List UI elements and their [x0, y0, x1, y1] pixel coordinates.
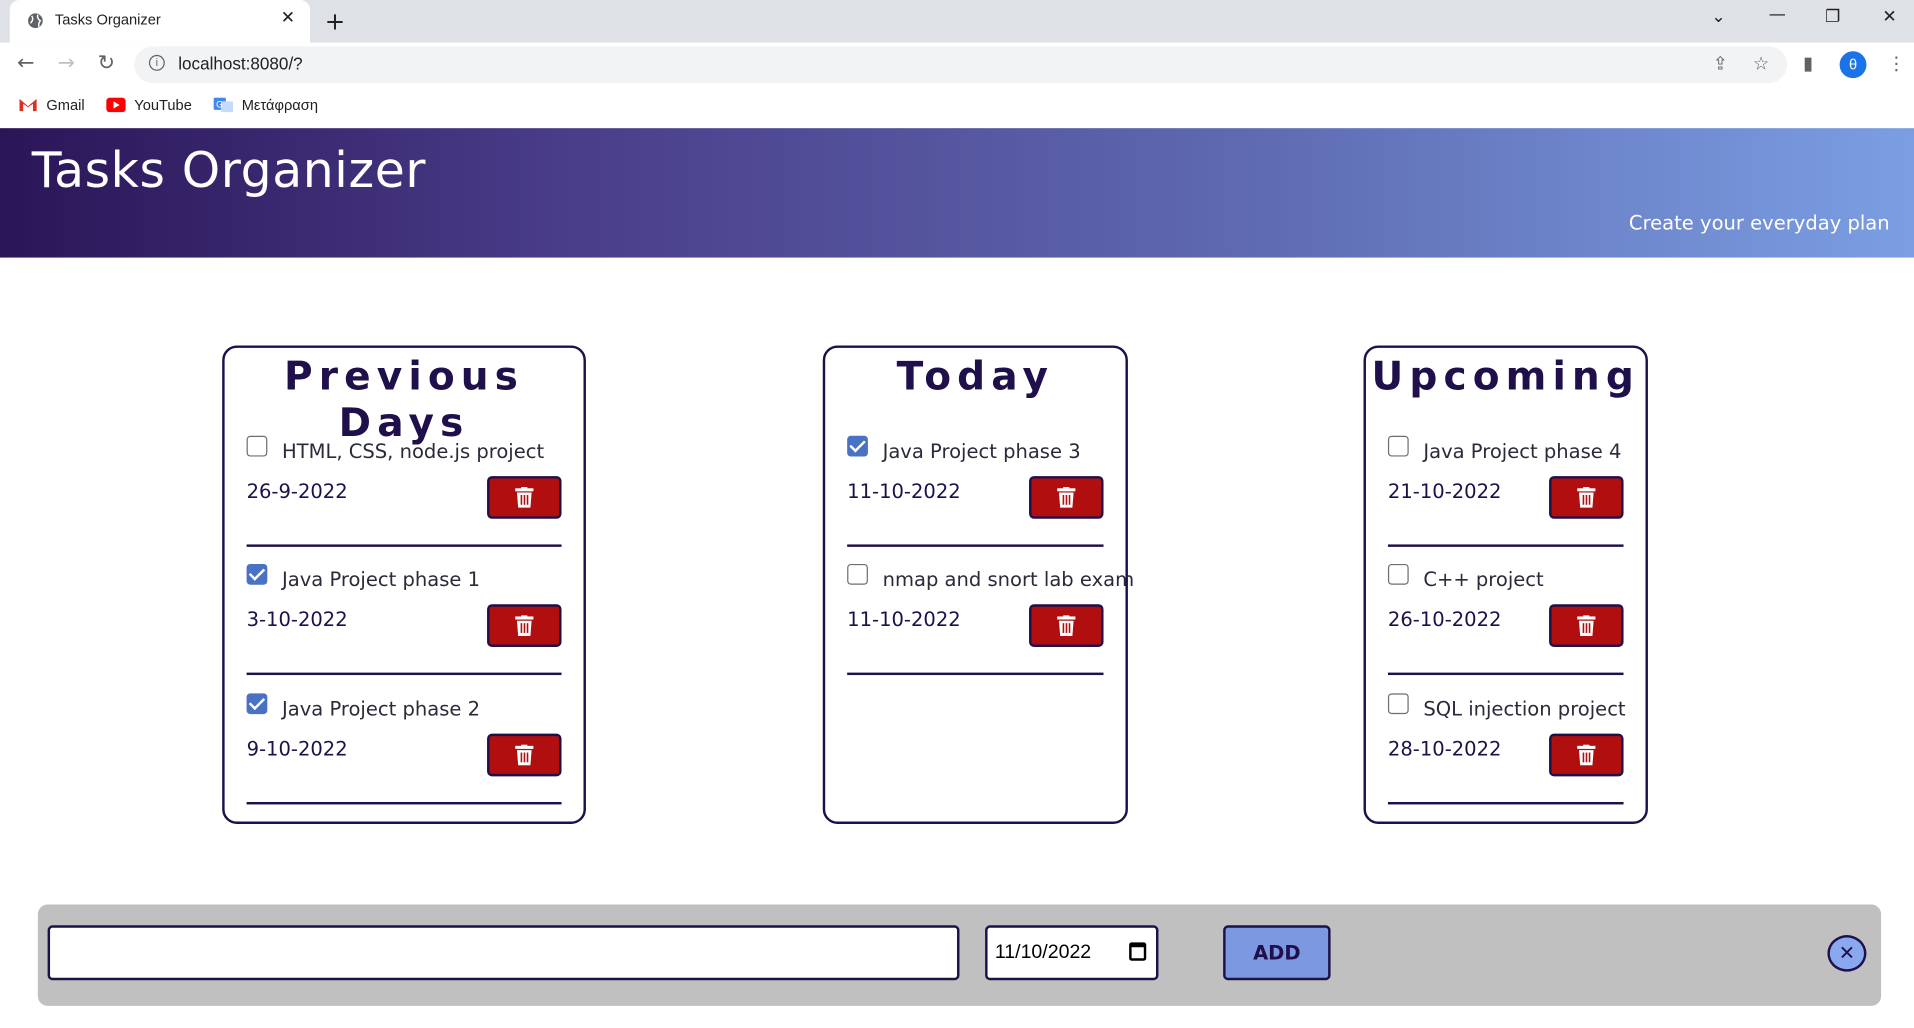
new-tab-icon[interactable]: + [325, 6, 345, 35]
task-checkbox[interactable] [1387, 435, 1409, 457]
forward-icon[interactable]: → [57, 51, 74, 75]
browser-toolbar: ← → ↻ i localhost:8080/? ⇪ ☆ ▮ θ ⋮ [0, 42, 1914, 87]
menu-kebab-icon[interactable]: ⋮ [1887, 52, 1905, 74]
app-header: Tasks Organizer Create your everyday pla… [0, 128, 1914, 258]
minimize-icon[interactable]: — [1769, 5, 1786, 25]
task-item: Java Project phase 3 11-10-2022 [847, 348, 1104, 547]
delete-button[interactable] [1549, 733, 1624, 777]
task-date: 28-10-2022 [1387, 737, 1502, 761]
bookmark-label: Μετάφραση [241, 96, 318, 114]
gmail-icon [19, 98, 37, 112]
task-checkbox[interactable] [847, 563, 868, 585]
task-date: 11-10-2022 [847, 607, 961, 632]
task-checkbox[interactable] [246, 435, 268, 457]
bookmark-label: Gmail [46, 96, 85, 114]
share-icon[interactable]: ⇪ [1713, 52, 1728, 74]
bookmark-star-icon[interactable]: ☆ [1753, 52, 1769, 74]
tab-close-icon[interactable]: ✕ [281, 9, 295, 29]
window-close-icon[interactable]: ✕ [1882, 7, 1896, 27]
task-item: HTML, CSS, node.js project 26-9-2022 [246, 348, 562, 547]
date-value: 11/10/2022 [994, 942, 1092, 964]
browser-tab[interactable]: Tasks Organizer ✕ [9, 0, 311, 43]
bookmark-gmail[interactable]: Gmail [18, 96, 85, 114]
task-date-input[interactable]: 11/10/2022 [985, 925, 1159, 981]
task-checkbox[interactable] [1387, 563, 1409, 585]
browser-tabbar: Tasks Organizer ✕ + ⌄ — ❐ ✕ [0, 0, 1914, 43]
column-previous-days: Previous Days HTML, CSS, node.js project… [222, 345, 586, 824]
bookmark-label: YouTube [134, 96, 192, 114]
task-item: C++ project 26-10-2022 [1387, 476, 1624, 676]
add-task-bar: 11/10/2022 ADD ✕ [37, 904, 1882, 1006]
task-divider [1387, 801, 1624, 805]
tab-search-icon[interactable]: ⌄ [1711, 7, 1725, 27]
page-subtitle: Create your everyday plan [1628, 211, 1890, 235]
task-name: Java Project phase 1 [281, 567, 481, 591]
task-divider [847, 672, 1104, 676]
task-name: SQL injection project [1423, 697, 1626, 721]
task-name: Java Project phase 2 [281, 697, 481, 721]
task-name: Java Project phase 4 [1423, 439, 1622, 463]
add-button[interactable]: ADD [1223, 925, 1331, 981]
back-icon[interactable]: ← [17, 51, 34, 75]
translate-icon: G [213, 97, 234, 113]
task-item: nmap and snort lab exam 11-10-2022 [847, 476, 1134, 676]
task-item: Java Project phase 4 21-10-2022 [1387, 348, 1624, 547]
trash-icon [1577, 744, 1596, 766]
bookmark-youtube[interactable]: YouTube [106, 96, 192, 114]
bookmark-translate[interactable]: G Μετάφραση [213, 96, 318, 114]
trash-icon [1057, 615, 1076, 636]
bookmarks-bar: Gmail YouTube G Μετάφραση [0, 86, 1914, 129]
site-info-icon[interactable]: i [148, 54, 165, 71]
task-name-input[interactable] [47, 925, 960, 981]
trash-icon [515, 744, 534, 766]
calendar-icon[interactable] [1129, 942, 1147, 961]
reload-icon[interactable]: ↻ [98, 51, 115, 75]
task-divider [246, 801, 562, 805]
task-name: nmap and snort lab exam [882, 567, 1135, 591]
tab-title: Tasks Organizer [54, 10, 161, 29]
column-today: Today Java Project phase 3 11-10-2022 nm… [822, 345, 1134, 824]
column-upcoming: Upcoming Java Project phase 4 21-10-2022… [1363, 345, 1648, 824]
youtube-icon [106, 97, 126, 113]
svg-text:G: G [216, 100, 223, 110]
address-bar[interactable]: i localhost:8080/? [134, 46, 1788, 84]
task-checkbox[interactable] [1387, 693, 1409, 715]
delete-button[interactable] [487, 733, 562, 777]
task-checkbox[interactable] [246, 693, 268, 715]
side-panel-icon[interactable]: ▮ [1803, 52, 1813, 74]
page-title: Tasks Organizer [31, 142, 427, 199]
profile-avatar[interactable]: θ [1839, 51, 1867, 79]
task-name: Java Project phase 3 [882, 439, 1081, 463]
task-item: SQL injection project 28-10-2022 [1387, 605, 1626, 805]
task-date: 9-10-2022 [246, 737, 348, 761]
task-checkbox[interactable] [246, 563, 268, 585]
restore-icon[interactable]: ❐ [1825, 7, 1840, 27]
task-name: C++ project [1423, 567, 1544, 591]
close-icon[interactable]: ✕ [1827, 935, 1867, 972]
task-item: Java Project phase 2 9-10-2022 [246, 605, 562, 805]
task-name: HTML, CSS, node.js project [281, 439, 545, 463]
task-checkbox[interactable] [847, 435, 868, 457]
delete-button[interactable] [1029, 604, 1104, 647]
url-text[interactable]: localhost:8080/? [178, 54, 302, 74]
globe-icon [28, 13, 43, 29]
task-item: Java Project phase 1 3-10-2022 [246, 476, 562, 676]
